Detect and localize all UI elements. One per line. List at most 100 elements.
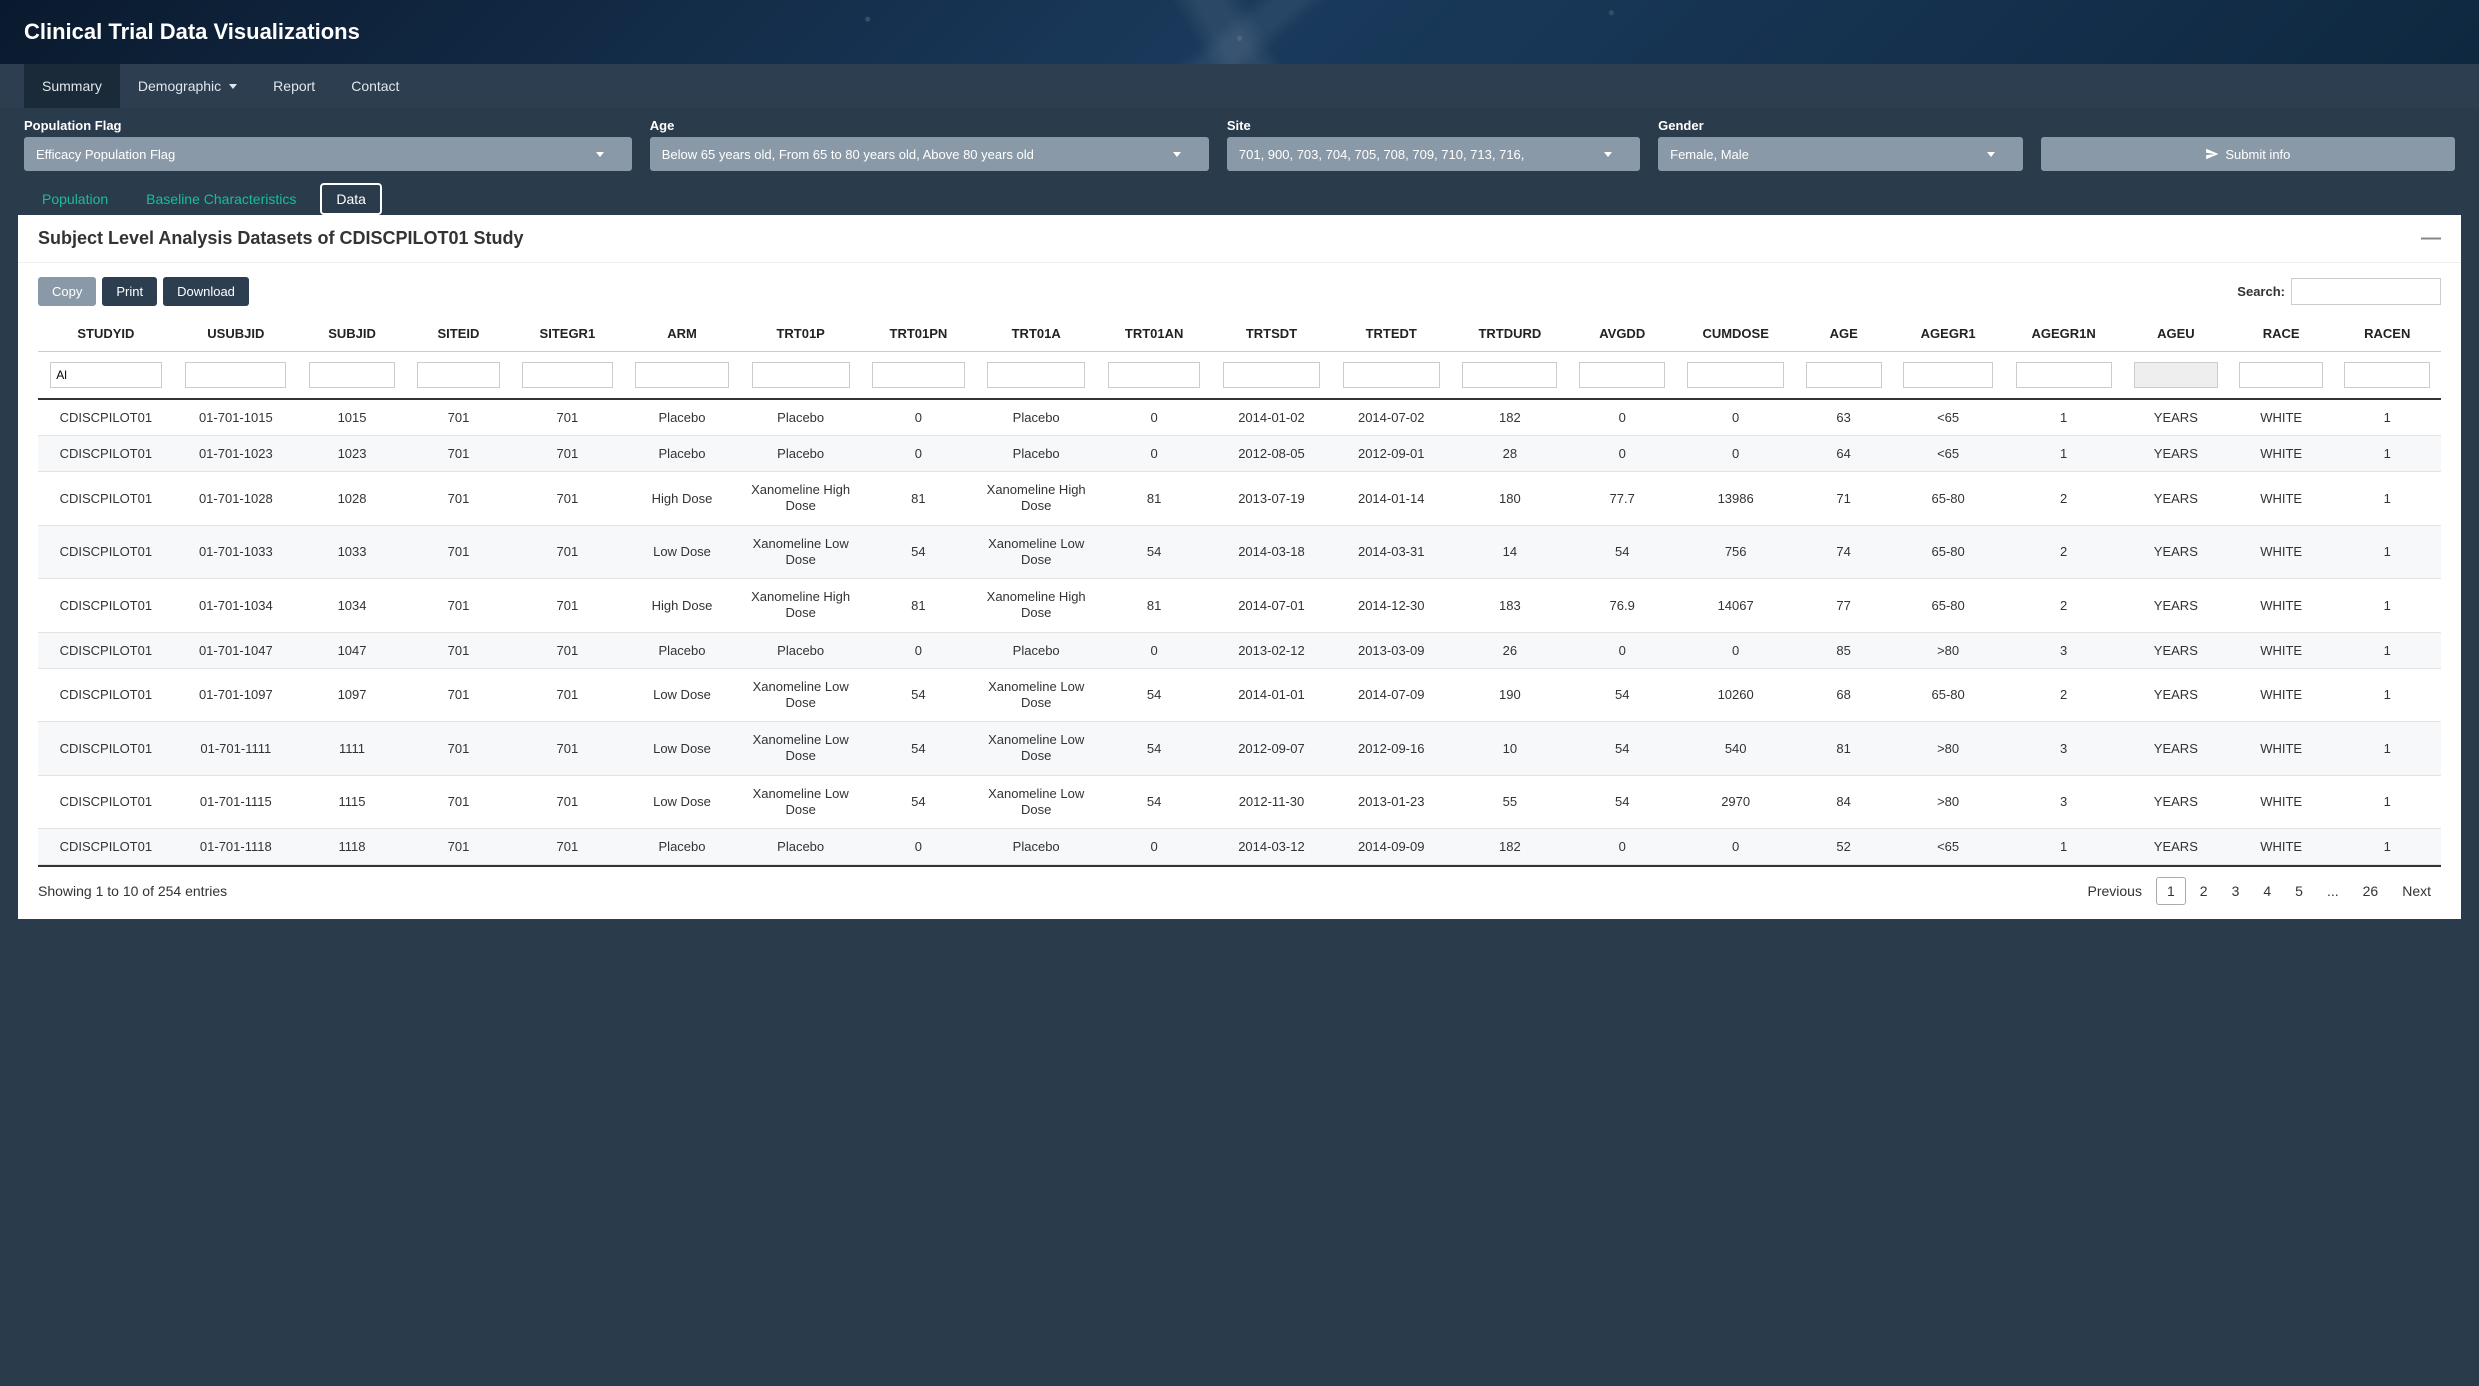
cell: 0 xyxy=(1569,632,1676,668)
col-header-trt01a[interactable]: TRT01A xyxy=(976,316,1097,352)
copy-button[interactable]: Copy xyxy=(38,277,96,306)
col-header-age[interactable]: AGE xyxy=(1796,316,1892,352)
cell: 28 xyxy=(1451,436,1569,472)
col-filter-cumdose[interactable] xyxy=(1687,362,1784,388)
col-header-agegr1[interactable]: AGEGR1 xyxy=(1892,316,2005,352)
col-filter-trt01a[interactable] xyxy=(987,362,1085,388)
cell: 190 xyxy=(1451,668,1569,722)
cell: 54 xyxy=(1569,668,1676,722)
col-header-usubjid[interactable]: USUBJID xyxy=(174,316,298,352)
cell: WHITE xyxy=(2229,829,2334,865)
col-header-arm[interactable]: ARM xyxy=(624,316,740,352)
nav-item-demographic[interactable]: Demographic xyxy=(120,64,255,108)
col-filter-agegr1n[interactable] xyxy=(2016,362,2112,388)
cell: 81 xyxy=(1097,472,1212,526)
submit-info-button[interactable]: Submit info xyxy=(2041,137,2455,171)
col-header-trtsdt[interactable]: TRTSDT xyxy=(1212,316,1332,352)
cell: 14067 xyxy=(1676,579,1796,633)
col-filter-trtdurd[interactable] xyxy=(1462,362,1557,388)
filter-select-site[interactable]: 701, 900, 703, 704, 705, 708, 709, 710, … xyxy=(1227,137,1640,171)
pagination-page-5[interactable]: 5 xyxy=(2285,878,2313,904)
col-header-agegr1n[interactable]: AGEGR1N xyxy=(2004,316,2122,352)
panel-header: Subject Level Analysis Datasets of CDISC… xyxy=(18,215,2461,263)
col-header-ageu[interactable]: AGEU xyxy=(2123,316,2229,352)
print-button[interactable]: Print xyxy=(102,277,157,306)
table-scroll[interactable]: STUDYIDUSUBJIDSUBJIDSITEIDSITEGR1ARMTRT0… xyxy=(38,316,2441,865)
col-header-trt01an[interactable]: TRT01AN xyxy=(1097,316,1212,352)
col-header-trt01p[interactable]: TRT01P xyxy=(740,316,861,352)
pagination-page-1[interactable]: 1 xyxy=(2156,877,2186,905)
col-filter-studyid[interactable] xyxy=(50,362,161,388)
col-filter-trt01pn[interactable] xyxy=(872,362,964,388)
col-header-subjid[interactable]: SUBJID xyxy=(298,316,406,352)
col-header-race[interactable]: RACE xyxy=(2229,316,2334,352)
col-filter-trt01p[interactable] xyxy=(752,362,850,388)
col-filter-siteid[interactable] xyxy=(417,362,500,388)
filter-select-popflag[interactable]: Efficacy Population Flag xyxy=(24,137,632,171)
cell: CDISCPILOT01 xyxy=(38,829,174,865)
col-filter-arm[interactable] xyxy=(635,362,729,388)
table-row: CDISCPILOT0101-701-10341034701701High Do… xyxy=(38,579,2441,633)
pagination-previous[interactable]: Previous xyxy=(2078,878,2152,904)
cell: Low Dose xyxy=(624,668,740,722)
col-header-studyid[interactable]: STUDYID xyxy=(38,316,174,352)
cell: 81 xyxy=(1796,722,1892,776)
pagination-page-4[interactable]: 4 xyxy=(2253,878,2281,904)
cell: 1028 xyxy=(298,472,406,526)
col-filter-racen[interactable] xyxy=(2344,362,2430,388)
col-header-trtdurd[interactable]: TRTDURD xyxy=(1451,316,1569,352)
col-header-trtedt[interactable]: TRTEDT xyxy=(1331,316,1451,352)
cell: 701 xyxy=(406,632,511,668)
col-header-trt01pn[interactable]: TRT01PN xyxy=(861,316,975,352)
cell: Placebo xyxy=(976,632,1097,668)
col-filter-trtedt[interactable] xyxy=(1343,362,1440,388)
cell: 2014-03-31 xyxy=(1331,525,1451,579)
cell: Xanomeline HighDose xyxy=(976,579,1097,633)
cell: >80 xyxy=(1892,632,2005,668)
filter-select-gender[interactable]: Female, Male xyxy=(1658,137,2023,171)
cell: 0 xyxy=(1097,399,1212,436)
cell: <65 xyxy=(1892,829,2005,865)
col-header-sitegr1[interactable]: SITEGR1 xyxy=(511,316,624,352)
cell: 54 xyxy=(861,722,975,776)
nav-item-summary[interactable]: Summary xyxy=(24,64,120,108)
tab-data[interactable]: Data xyxy=(320,183,382,215)
col-filter-ageu[interactable] xyxy=(2134,362,2219,388)
caret-down-icon xyxy=(1173,152,1181,157)
search-input[interactable] xyxy=(2291,278,2441,305)
tab-baseline-characteristics[interactable]: Baseline Characteristics xyxy=(132,183,310,215)
filter-value-site: 701, 900, 703, 704, 705, 708, 709, 710, … xyxy=(1239,147,1525,162)
col-filter-trt01an[interactable] xyxy=(1108,362,1201,388)
minus-icon[interactable]: — xyxy=(2421,227,2441,250)
nav-item-contact[interactable]: Contact xyxy=(333,64,417,108)
col-filter-race[interactable] xyxy=(2239,362,2322,388)
filter-select-age[interactable]: Below 65 years old, From 65 to 80 years … xyxy=(650,137,1209,171)
col-filter-subjid[interactable] xyxy=(309,362,396,388)
pagination-page-2[interactable]: 2 xyxy=(2190,878,2218,904)
col-filter-trtsdt[interactable] xyxy=(1223,362,1320,388)
col-filter-agegr1[interactable] xyxy=(1903,362,1994,388)
pagination-page-3[interactable]: 3 xyxy=(2222,878,2250,904)
cell: 54 xyxy=(1569,775,1676,829)
submit-info-label: Submit info xyxy=(2225,147,2290,162)
nav-item-report[interactable]: Report xyxy=(255,64,333,108)
cell: 701 xyxy=(406,525,511,579)
col-header-racen[interactable]: RACEN xyxy=(2334,316,2442,352)
col-filter-avgdd[interactable] xyxy=(1579,362,1665,388)
col-filter-sitegr1[interactable] xyxy=(522,362,613,388)
col-filter-usubjid[interactable] xyxy=(185,362,286,388)
cell: 1 xyxy=(2334,668,2442,722)
col-filter-age[interactable] xyxy=(1806,362,1882,388)
cell: CDISCPILOT01 xyxy=(38,668,174,722)
cell: 0 xyxy=(861,829,975,865)
cell: 3 xyxy=(2004,722,2122,776)
col-header-cumdose[interactable]: CUMDOSE xyxy=(1676,316,1796,352)
download-button[interactable]: Download xyxy=(163,277,249,306)
tab-population[interactable]: Population xyxy=(28,183,122,215)
col-header-avgdd[interactable]: AVGDD xyxy=(1569,316,1676,352)
pagination-page-26[interactable]: 26 xyxy=(2353,878,2389,904)
cell: 0 xyxy=(861,399,975,436)
table-row: CDISCPILOT0101-701-11181118701701Placebo… xyxy=(38,829,2441,865)
col-header-siteid[interactable]: SITEID xyxy=(406,316,511,352)
pagination-next[interactable]: Next xyxy=(2392,878,2441,904)
